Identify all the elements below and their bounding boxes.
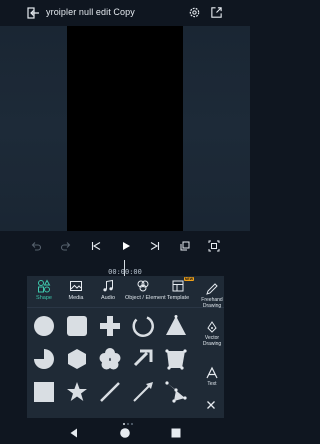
text-button[interactable]: Text (198, 366, 226, 387)
redo-icon[interactable] (60, 240, 72, 252)
side-label: Vector Drawing (202, 335, 222, 347)
tab-object-element[interactable]: Object / Element (125, 279, 166, 307)
tab-template[interactable]: NEW Template (161, 277, 195, 307)
back-icon[interactable] (26, 6, 40, 20)
hexagon-shape[interactable] (65, 347, 89, 371)
image-icon (70, 281, 82, 291)
object-element-icon (137, 280, 149, 292)
system-nav-bar (0, 422, 250, 444)
tab-media[interactable]: Media (59, 279, 93, 307)
side-tools: Freehand Drawing Vector Drawing Text (198, 276, 224, 418)
skip-to-end-icon[interactable] (149, 240, 161, 252)
tab-label: Media (68, 295, 84, 301)
arrow-line-shape[interactable] (131, 380, 155, 404)
square-shape[interactable] (32, 380, 56, 404)
home-circle-icon[interactable] (119, 427, 131, 439)
playback-bar (0, 234, 250, 258)
bezier-shape[interactable] (164, 380, 188, 404)
text-icon (206, 366, 218, 379)
skip-to-start-icon[interactable] (90, 240, 102, 252)
editor-canvas (0, 26, 250, 231)
recents-square-icon[interactable] (170, 427, 182, 439)
panel-tabs: Shape Media Audio Object / Element NEW T… (27, 276, 224, 308)
add-element-panel: Shape Media Audio Object / Element NEW T… (27, 276, 224, 425)
pie-shape[interactable] (32, 347, 56, 371)
video-preview[interactable] (67, 26, 183, 231)
fit-screen-icon[interactable] (208, 240, 220, 252)
shape-grid (32, 314, 192, 414)
play-icon[interactable] (120, 240, 132, 252)
tab-audio[interactable]: Audio (91, 279, 125, 307)
project-title[interactable]: yroipler null edit Copy (46, 7, 135, 17)
tab-label: Object / Element (125, 295, 166, 301)
music-note-icon (103, 279, 113, 292)
vector-pen-icon (207, 321, 217, 333)
shapes-icon (38, 279, 51, 293)
template-icon (172, 280, 184, 292)
triangle-shape[interactable] (164, 314, 188, 338)
flower-shape[interactable] (98, 347, 122, 371)
plus-shape[interactable] (98, 314, 122, 338)
tab-shape[interactable]: Shape (27, 279, 61, 307)
tab-label: Shape (36, 295, 52, 301)
new-badge: NEW (183, 277, 194, 281)
top-bar: yroipler null edit Copy (0, 0, 250, 26)
arc-shape[interactable] (131, 314, 155, 338)
page-indicator (123, 412, 143, 425)
gear-icon[interactable] (188, 6, 201, 19)
circle-shape[interactable] (32, 314, 56, 338)
back-triangle-icon[interactable] (68, 427, 80, 439)
trapezoid-shape[interactable] (164, 347, 188, 371)
copy-frame-icon[interactable] (179, 240, 191, 252)
timecode: 00:00:00 (108, 268, 142, 276)
side-label: Freehand Drawing (201, 297, 223, 309)
vector-drawing-button[interactable]: Vector Drawing (198, 320, 226, 347)
freehand-drawing-button[interactable]: Freehand Drawing (198, 282, 226, 309)
tab-label: Template (166, 295, 190, 301)
rounded-square-shape[interactable] (65, 314, 89, 338)
side-label: Text (207, 381, 217, 387)
star-shape[interactable] (65, 380, 89, 404)
share-icon[interactable] (210, 6, 223, 19)
pen-icon (206, 283, 218, 295)
tab-label: Audio (100, 295, 116, 301)
close-icon[interactable] (206, 400, 216, 410)
undo-icon[interactable] (30, 240, 42, 252)
line-shape[interactable] (98, 380, 122, 404)
arrow-shape[interactable] (131, 347, 155, 371)
